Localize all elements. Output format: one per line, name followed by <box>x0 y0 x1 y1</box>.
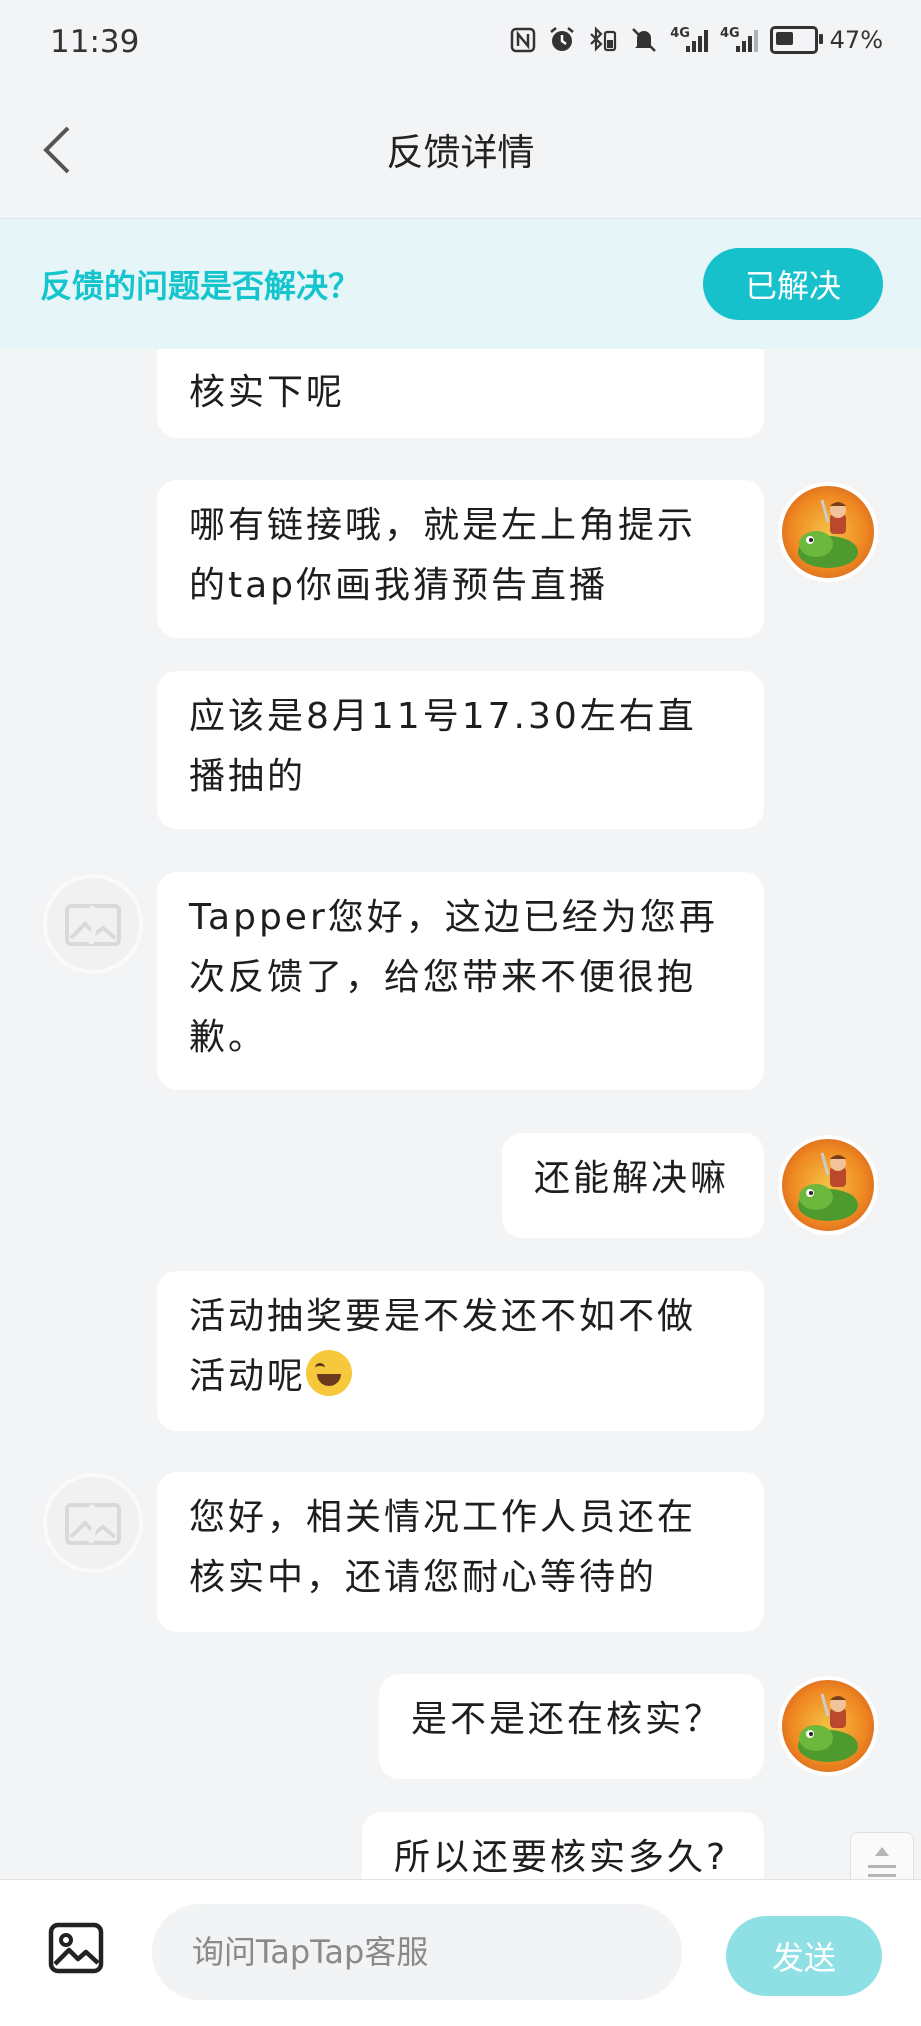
battery-fill <box>775 32 793 45</box>
message-text: Tapper您好，这边已经为您再次反馈了，给您带来不便很抱歉。 <box>189 897 718 1058</box>
message-text: 应该是8月11号17.30左右直播抽的 <box>189 696 697 797</box>
message-text: 您好，相关情况工作人员还在核实中，还请您耐心等待的 <box>189 1497 697 1598</box>
broken-image-icon <box>65 1503 121 1545</box>
message-bubble-user: 应该是8月11号17.30左右直播抽的 <box>157 671 764 829</box>
status-bar: 11:39 4G 4G 47% <box>0 0 921 90</box>
send-button[interactable]: 发送 <box>726 1916 882 1996</box>
message-input[interactable] <box>152 1904 682 2000</box>
user-avatar[interactable] <box>778 482 878 582</box>
mute-icon <box>632 28 657 52</box>
status-time: 11:39 <box>50 24 140 60</box>
user-avatar[interactable] <box>778 1135 878 1235</box>
user-avatar[interactable] <box>778 1676 878 1776</box>
message-text: 所以还要核实多久? <box>394 1837 729 1878</box>
dinosaur-rider-icon <box>798 1693 858 1762</box>
message-bubble-user: 哪有链接哦，就是左上角提示的tap你画我猜预告直播 <box>157 480 764 638</box>
message-text: 是不是还在核实？ <box>411 1699 724 1740</box>
signal-icon: 4G <box>720 27 758 52</box>
agent-avatar[interactable] <box>43 874 143 974</box>
battery-percent: 47% <box>829 26 883 54</box>
message-text: 活动抽奖要是不发还不如不做活动呢 <box>189 1296 697 1397</box>
resolve-question: 反馈的问题是否解决？ <box>40 267 361 305</box>
alarm-icon <box>550 27 574 51</box>
agent-avatar[interactable] <box>43 1473 143 1573</box>
dinosaur-rider-icon <box>798 1152 858 1221</box>
message-bubble-user: 核实下呢 <box>157 349 764 438</box>
message-bubble-agent: Tapper您好，这边已经为您再次反馈了，给您带来不便很抱歉。 <box>157 872 764 1090</box>
sweat-smile-emoji <box>306 1350 353 1396</box>
status-icons: 4G 4G 47% <box>510 26 883 54</box>
broken-image-icon <box>65 904 121 946</box>
message-bubble-user: 活动抽奖要是不发还不如不做活动呢 <box>157 1271 764 1431</box>
image-icon <box>48 1922 104 1974</box>
resolved-button[interactable]: 已解决 <box>703 248 883 320</box>
message-bubble-user: 是不是还在核实？ <box>379 1674 764 1779</box>
battery-icon <box>769 26 823 54</box>
header: 反馈详情 <box>0 90 921 219</box>
bluetooth-battery-icon <box>590 26 617 52</box>
chat-area[interactable]: 核实下呢 哪有链接哦，就是左上角提示的tap你画我猜预告直播 应该是8月11号1… <box>0 349 921 1879</box>
message-text: 核实下呢 <box>189 372 346 413</box>
message-text: 还能解决嘛 <box>534 1158 730 1199</box>
dinosaur-rider-icon <box>798 499 858 568</box>
message-text: 哪有链接哦，就是左上角提示的tap你画我猜预告直播 <box>189 505 697 606</box>
signal-icon: 4G <box>670 27 708 52</box>
message-bubble-user: 所以还要核实多久? <box>362 1812 764 1879</box>
image-button[interactable] <box>48 1922 104 1974</box>
nfc-icon <box>510 27 536 53</box>
message-bubble-user: 还能解决嘛 <box>502 1133 764 1238</box>
message-bubble-agent: 您好，相关情况工作人员还在核实中，还请您耐心等待的 <box>157 1472 764 1632</box>
page-title: 反馈详情 <box>386 131 535 174</box>
input-bar: 发送 <box>0 1879 921 2026</box>
